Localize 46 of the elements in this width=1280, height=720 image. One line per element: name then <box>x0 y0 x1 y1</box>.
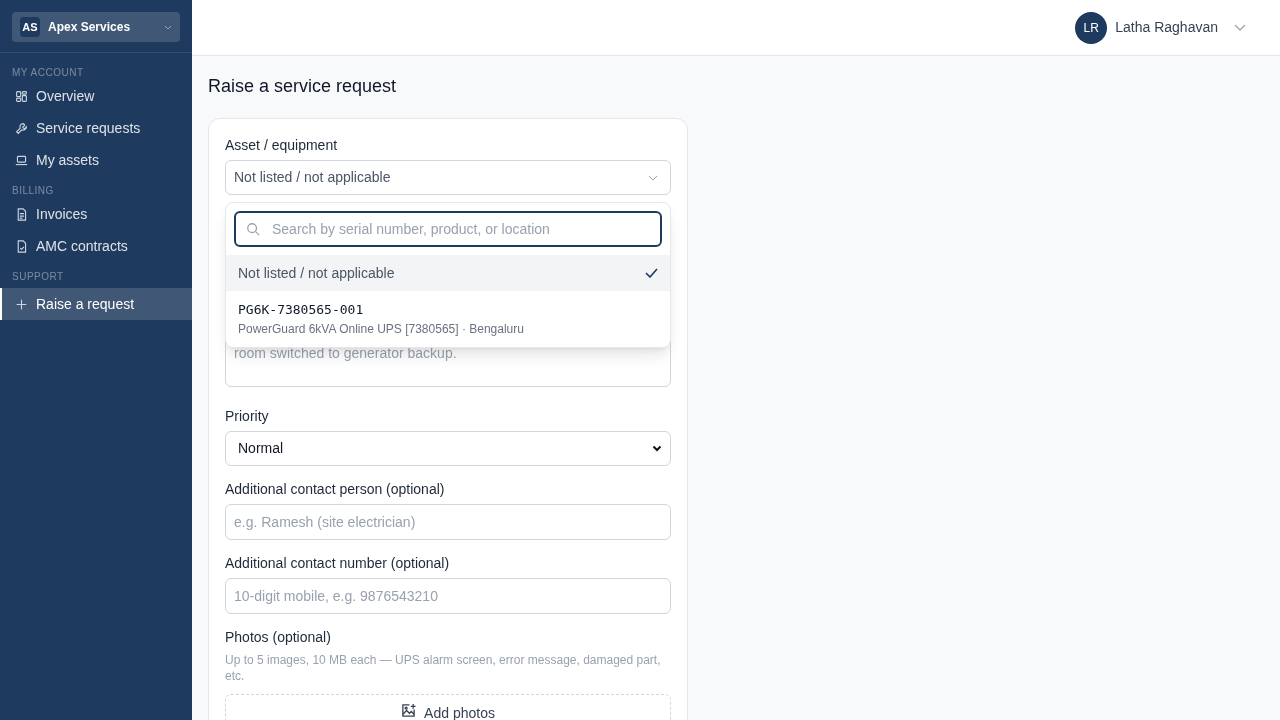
organization-switcher[interactable]: AS Apex Services <box>12 12 180 42</box>
organization-initials: AS <box>20 17 40 37</box>
option-label: Not listed / not applicable <box>238 263 395 283</box>
priority-select[interactable]: Normal <box>225 431 671 466</box>
field-label: Photos (optional) <box>225 628 332 647</box>
option-description: PowerGuard 6kVA Online UPS [7380565] · Bengaluru <box>238 320 524 338</box>
nav-item[interactable]: Overview <box>0 80 192 112</box>
field-label: Priority <box>225 407 270 426</box>
field-label: Additional contact number (optional) <box>225 554 451 573</box>
text-input-field[interactable]: e.g. Ramesh (site electrician) <box>225 504 671 540</box>
chevron-down-icon <box>648 174 658 181</box>
serial-number: PG6K-7380565-001 <box>238 301 365 320</box>
wrench-icon <box>15 121 28 135</box>
image-add-icon <box>401 703 417 718</box>
nav-item[interactable]: My assets <box>0 144 192 176</box>
dropdown-option[interactable]: PG6K-7380565-001 PowerGuard 6kVA Online UPS [7380565] · Bengaluru <box>226 291 670 347</box>
laptop-icon <box>15 153 28 167</box>
chevron-down-icon <box>652 445 662 452</box>
section-heading: MY ACCOUNT <box>11 66 85 80</box>
organization-name: Apex Services <box>48 19 132 36</box>
user-name: Latha Raghavan <box>1115 18 1218 37</box>
page-title: Raise a service request <box>208 75 398 98</box>
nav-item[interactable]: AMC contracts <box>0 230 192 262</box>
add-photos-button[interactable]: Add photos <box>225 694 671 720</box>
search-field[interactable]: Search by serial number, product, or location <box>234 211 662 247</box>
section-heading: BILLING <box>11 184 55 198</box>
nav-item[interactable]: Raise a request <box>0 288 192 320</box>
grid-icon <box>15 89 28 103</box>
chevron-down-icon <box>1234 24 1246 31</box>
document-check-icon <box>15 239 28 253</box>
user-avatar: LR <box>1075 11 1108 44</box>
text-input-field[interactable]: 10-digit mobile, e.g. 9876543210 <box>225 578 671 614</box>
user-menu[interactable]: LR Latha Raghavan <box>1075 11 1246 44</box>
plus-icon <box>15 297 28 311</box>
search-icon <box>246 222 260 236</box>
nav-item[interactable]: Service requests <box>0 112 192 144</box>
nav-item[interactable]: Invoices <box>0 198 192 230</box>
asset-dropdown[interactable]: Not listed / not applicable <box>225 160 671 195</box>
check-icon <box>645 268 658 278</box>
field-label: Additional contact person (optional) <box>225 480 446 499</box>
field-label: Asset / equipment <box>225 136 339 155</box>
document-icon <box>15 207 28 221</box>
help-text: Up to 5 images, 10 MB each — UPS alarm screen, error message, damaged part, etc. <box>225 652 662 684</box>
dropdown-option[interactable]: Not listed / not applicable <box>226 255 670 291</box>
section-heading: SUPPORT <box>11 270 65 284</box>
chevron-down-icon <box>164 24 172 30</box>
